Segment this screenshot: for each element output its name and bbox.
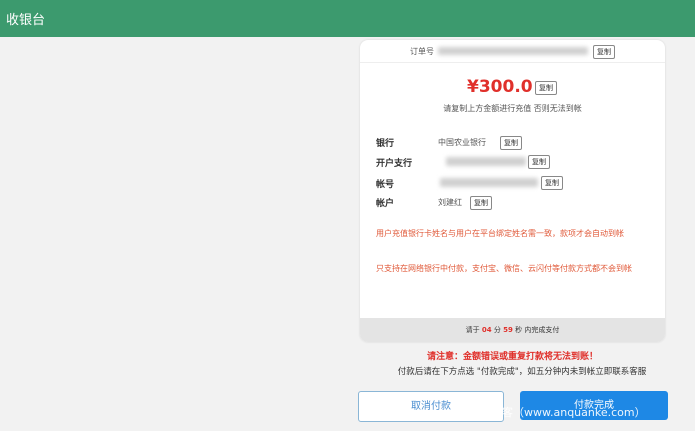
bank-value: 中国农业银行 (438, 138, 486, 147)
branch-label: 开户支行 (376, 159, 413, 169)
order-row: 订单号 复制 (360, 40, 665, 63)
holder-value: 刘建红 (438, 198, 462, 207)
countdown-prefix: 请于 (465, 326, 480, 334)
copy-amount-button[interactable]: 复制 (535, 81, 557, 95)
copy-account-button[interactable]: 复制 (541, 176, 563, 190)
countdown-minutes: 04 (481, 326, 492, 334)
account-value-redacted (440, 178, 538, 187)
copy-order-button[interactable]: 复制 (593, 45, 615, 59)
countdown-min-unit: 分 (493, 326, 501, 334)
branch-value-redacted (446, 157, 526, 166)
countdown-suffix: 内完成支付 (524, 326, 560, 334)
copy-holder-button[interactable]: 复制 (470, 196, 492, 210)
error-alert: 请注意：金额错误或重复打款将无法到账！ (426, 352, 598, 362)
order-label: 订单号 (410, 47, 434, 56)
page-title: 收银台 (6, 13, 46, 28)
copy-branch-button[interactable]: 复制 (528, 155, 550, 169)
holder-label: 帐户 (376, 199, 395, 209)
payment-hint: 付款后请在下方点选 "付款完成"，如五分钟内未到帐立即联系客服 (397, 367, 647, 377)
warning-payment-method: 只支持在网络银行中付款，支付宝、微信、云闪付等付款方式都不会到帐 (376, 264, 632, 273)
amount-value: ¥300.0 (467, 77, 533, 97)
countdown-bar: 请于 04 分 59 秒 内完成支付 (360, 318, 665, 342)
countdown-seconds: 59 (503, 326, 513, 334)
countdown-sec-unit: 秒 (515, 326, 523, 334)
payment-card: 订单号 复制 ¥300.0 复制 请复制上方金额进行充值 否则无法到帐 银行 中… (360, 40, 665, 342)
warning-name-match: 用户充值银行卡姓名与用户在平台绑定姓名需一致，款项才会自动到帐 (376, 229, 624, 238)
watermark-text: 安全客（www.anquanke.com） (480, 406, 646, 419)
account-label: 帐号 (376, 180, 395, 190)
copy-bank-button[interactable]: 复制 (500, 136, 522, 150)
header-bar: 收银台 (0, 0, 695, 37)
amount-note: 请复制上方金额进行充值 否则无法到帐 (443, 104, 582, 113)
order-number-redacted (438, 47, 588, 55)
bank-label: 银行 (376, 139, 395, 149)
